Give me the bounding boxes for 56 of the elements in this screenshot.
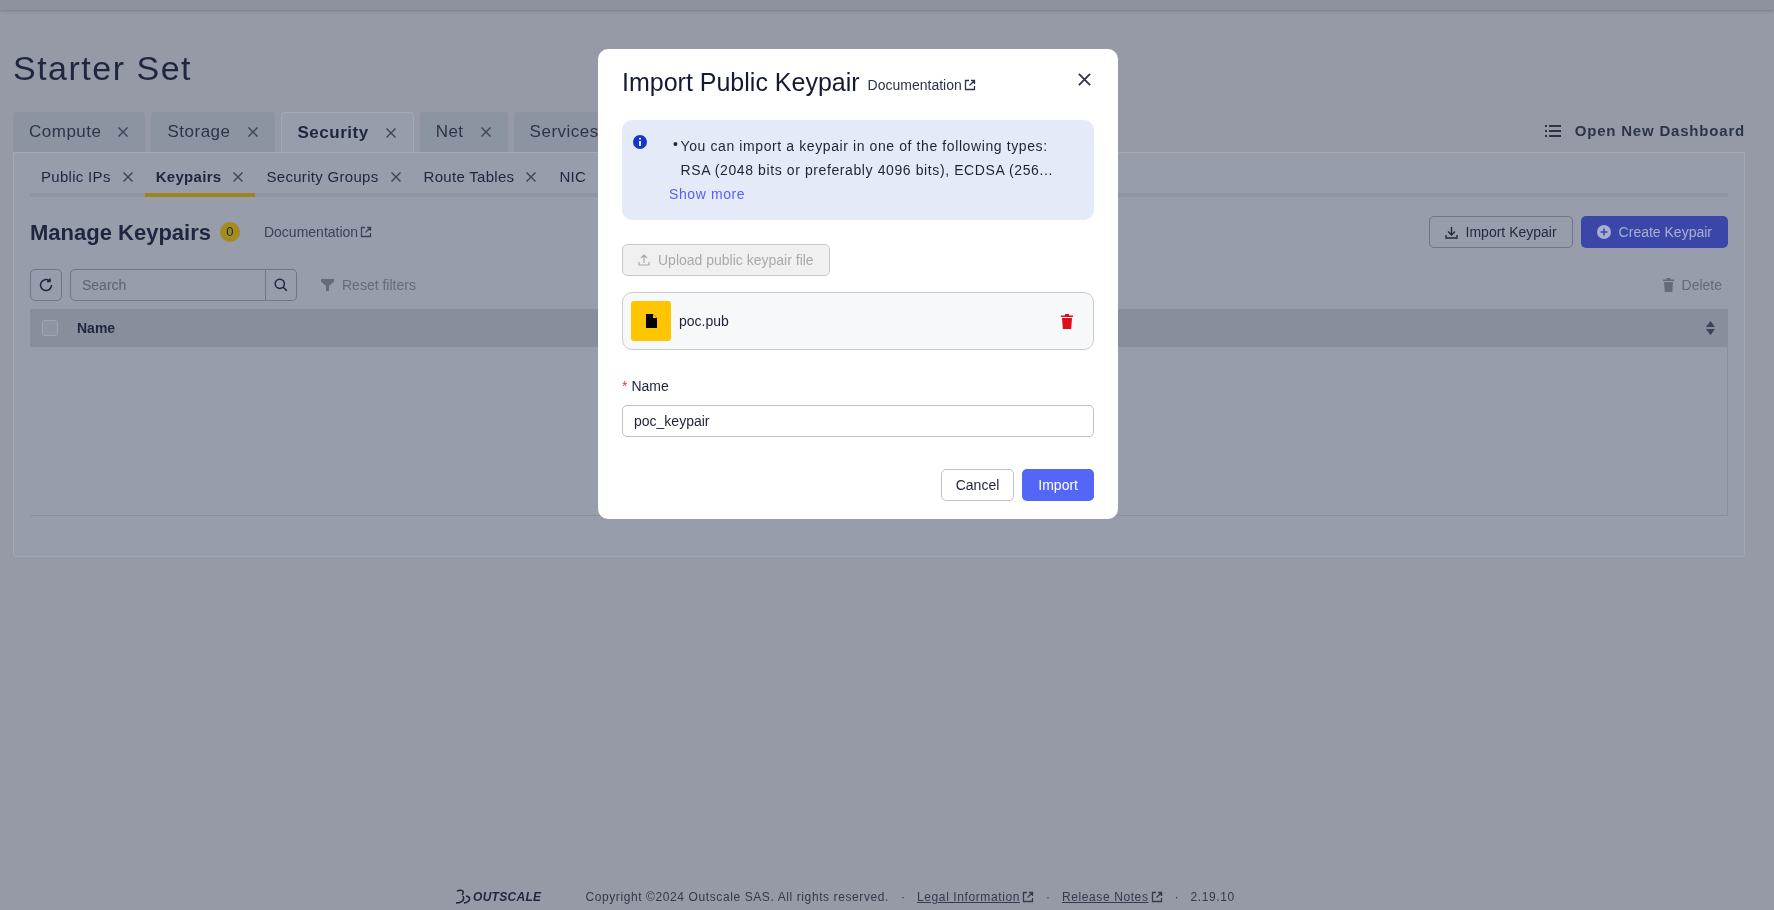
separator: · [900,889,907,906]
open-new-dashboard-button[interactable]: Open New Dashboard [1574,119,1745,142]
import-keypair-button[interactable]: Import Keypair [1428,216,1573,248]
company-logo-text: OUTSCALE [473,889,542,906]
bullet: • [673,135,679,154]
checkbox[interactable] [42,320,58,336]
sub-tab[interactable]: Keypairs [144,161,256,197]
file-icon [645,314,657,328]
tab[interactable]: Storage [151,112,275,152]
column-header[interactable]: Name [77,317,116,339]
import-button[interactable]: Import [1022,469,1094,501]
create-keypair-button[interactable]: Create Keypair [1580,216,1728,248]
cancel-button[interactable]: Cancel [940,469,1015,501]
name-input[interactable]: poc_keypair [622,405,1094,437]
sub-tab[interactable]: Security Groups [255,161,413,197]
section-title: Manage Keypairs [30,218,211,247]
show-more-link[interactable]: Show more [669,182,746,206]
tab[interactable]: Net [419,112,508,152]
external-link-icon [360,226,373,238]
footer-link[interactable]: Release Notes [1062,888,1163,906]
footer-text: 2.19.10 [1190,889,1235,906]
search-field[interactable]: Search [70,269,266,301]
filter-icon [321,279,334,291]
refresh-button[interactable] [30,269,62,301]
delete-icon[interactable] [1061,313,1073,329]
count-badge: 0 [219,222,240,242]
list-icon [1544,123,1561,138]
plus-circle-icon [1596,225,1611,239]
separator: · [1173,889,1180,906]
footer-text: Copyright ©2024 Outscale SAS. All rights reserved. [585,889,890,906]
documentation-link[interactable]: Documentation [867,74,976,96]
info-text: You can import a keypair in one of the following types: RSA (2048 bits or preferably 4096 bits), ECDSA (256... [680,137,1054,180]
dialog-title: Import Public Keypair [622,67,860,98]
footer-link[interactable]: Legal Information [917,888,1034,906]
page-title: Starter Set [13,48,192,88]
search-icon [274,278,288,292]
external-link-icon [1022,891,1034,903]
tab[interactable]: Compute [13,112,146,152]
search-button[interactable] [266,269,297,301]
file-name: poc.pub [679,311,729,331]
external-link-icon [963,79,976,91]
separator: · [1045,889,1051,906]
sort-icon[interactable] [1706,321,1715,335]
refresh-icon [38,277,54,293]
external-link-icon [1150,891,1163,903]
info-icon [633,135,647,149]
tab[interactable]: Security [280,112,414,152]
documentation-link[interactable]: Documentation [263,221,373,243]
logo-icon [455,889,473,905]
sub-tab[interactable]: Route Tables [412,161,549,197]
required-asterisk: * [622,377,628,396]
download-icon [1444,225,1458,239]
trash-icon [1662,278,1674,292]
sub-tab[interactable]: Public IPs [30,161,145,197]
upload-icon [638,254,650,266]
field-label: Name [631,377,669,396]
